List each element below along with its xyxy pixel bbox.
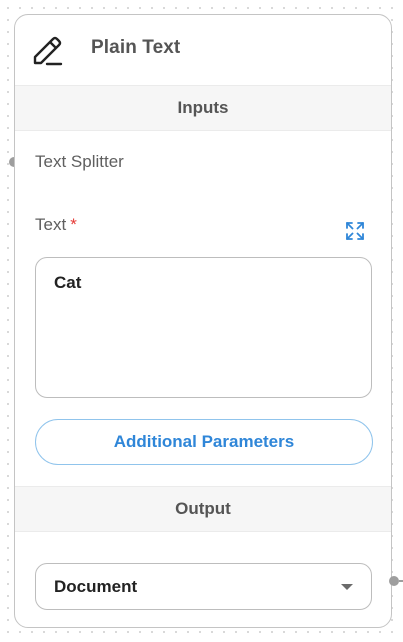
plain-text-node[interactable]: Plain Text Inputs Text Splitter Text * Ca… <box>14 14 392 628</box>
inputs-section-header: Inputs <box>15 85 391 131</box>
output-handle[interactable] <box>389 576 399 586</box>
output-type-select[interactable]: Document <box>35 563 372 610</box>
caret-down-icon <box>341 584 353 590</box>
output-section-header: Output <box>15 486 391 532</box>
additional-parameters-button[interactable]: Additional Parameters <box>35 419 373 465</box>
expand-icon[interactable] <box>346 222 364 240</box>
text-field-label: Text * <box>35 215 77 235</box>
text-input[interactable]: Cat <box>35 257 372 398</box>
required-marker: * <box>70 215 77 234</box>
pencil-icon <box>33 36 63 66</box>
output-edge-stub <box>399 580 403 582</box>
text-label: Text <box>35 215 67 234</box>
text-splitter-anchor-label: Text Splitter <box>35 152 124 171</box>
node-header: Plain Text <box>15 15 391 85</box>
node-title: Plain Text <box>91 37 181 58</box>
output-select-value: Document <box>54 577 138 596</box>
